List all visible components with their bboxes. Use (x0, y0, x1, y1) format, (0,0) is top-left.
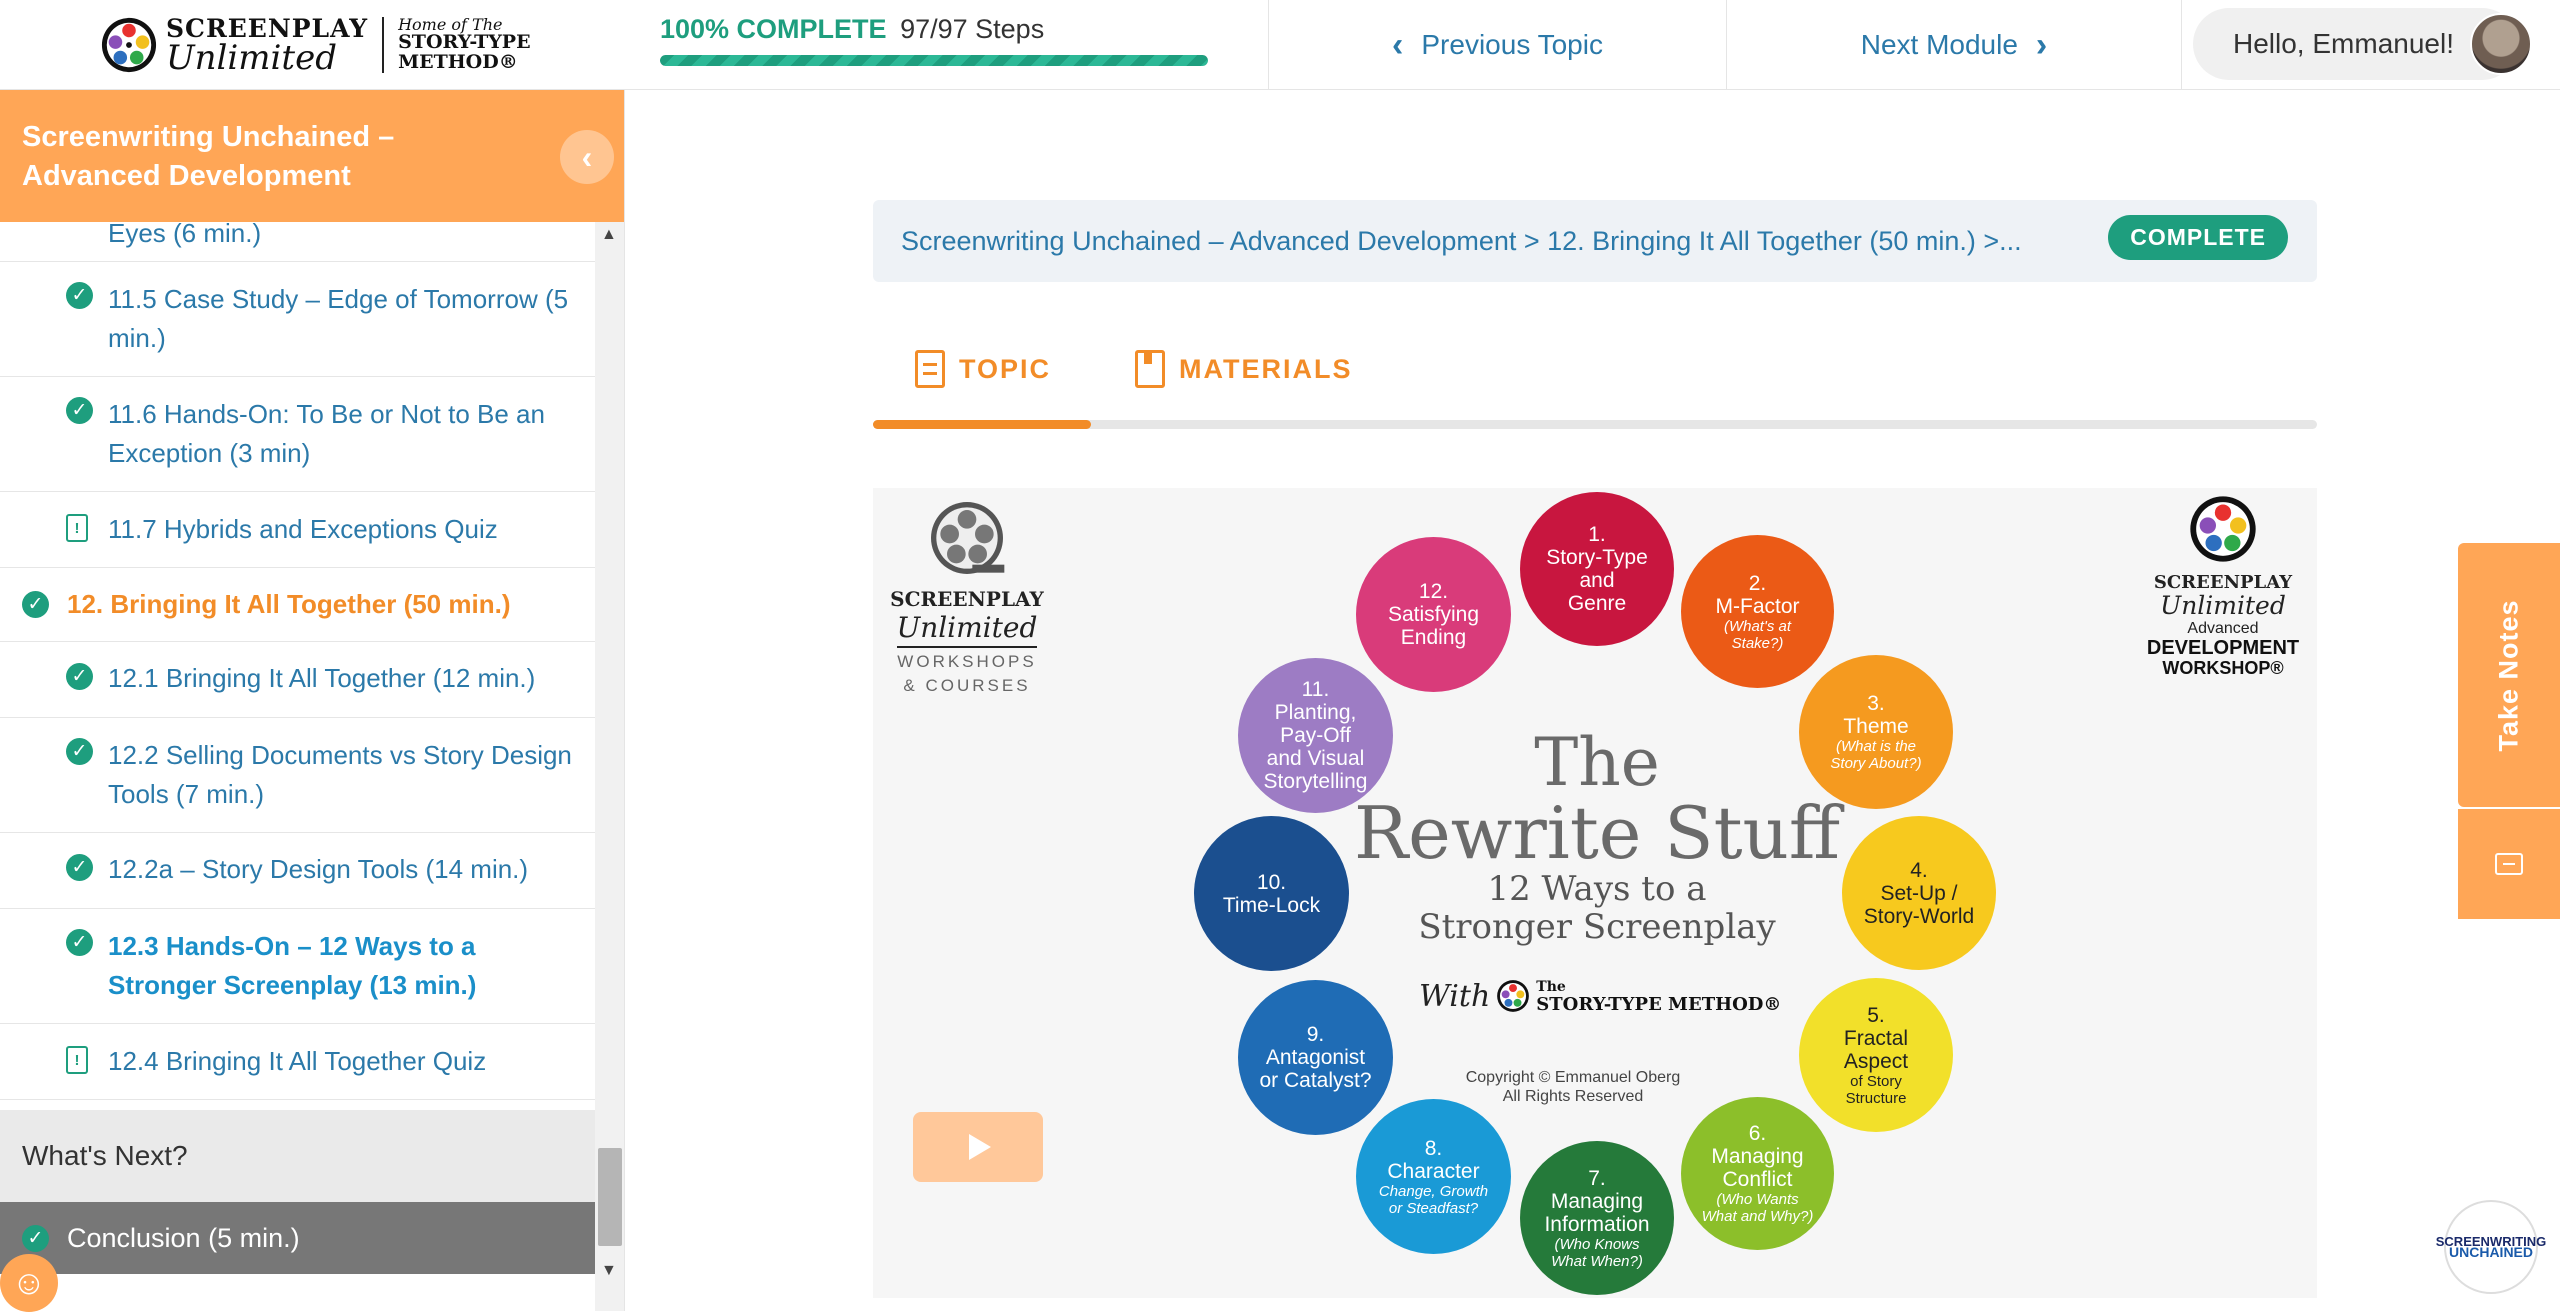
wheel-circle-2: 2. M-Factor (What's at Stake?) (1681, 535, 1834, 688)
user-greeting: Hello, Emmanuel! (2233, 28, 2454, 59)
wheel-circle-9: 9. Antagonist or Catalyst? (1238, 980, 1393, 1135)
sidebar-lesson-12[interactable]: ✓ 12. Bringing It All Together (50 min.) (0, 568, 595, 642)
list-item[interactable]: ! 12.4 Bringing It All Together Quiz (0, 1024, 595, 1100)
logo-line2: Unlimited (166, 37, 337, 78)
quiz-icon: ! (66, 1046, 88, 1074)
wheel-circle-8: 8. Character Change, Growth or Steadfast… (1356, 1099, 1511, 1254)
scrollbar-thumb[interactable] (598, 1148, 622, 1246)
film-reel-icon (931, 502, 1005, 574)
status-badge: COMPLETE (2108, 215, 2288, 260)
film-reel-icon (2190, 496, 2256, 562)
check-icon: ✓ (66, 738, 93, 765)
keyboard-button[interactable] (2458, 809, 2560, 919)
check-icon: ✓ (66, 282, 93, 309)
copyright-notice: Copyright © Emmanuel Oberg All Rights Re… (1465, 1069, 1681, 1105)
progress-steps: 97/97 Steps (900, 14, 1045, 44)
logo-divider (382, 17, 385, 73)
progress-bar-fill (660, 55, 1208, 66)
section-whats-next: What's Next? (0, 1110, 595, 1202)
video-title-line1: The (1534, 724, 1660, 801)
video-subtitle: 12 Ways to a Stronger Screenplay (1418, 869, 1776, 947)
collapse-sidebar-button[interactable]: ‹ (560, 130, 614, 184)
site-logo[interactable]: SCREENPLAY Unlimited Home of The STORY-T… (100, 13, 531, 78)
advanced-workshop-logo: SCREENPLAY Unlimited Advanced DEVELOPMEN… (2133, 494, 2313, 679)
check-icon: ✓ (66, 663, 93, 690)
keyboard-icon (2495, 853, 2523, 875)
check-icon: ✓ (66, 929, 93, 956)
tab-indicator-active (873, 420, 1091, 429)
check-icon: ✓ (22, 1224, 49, 1252)
breadcrumb[interactable]: Screenwriting Unchained – Advanced Devel… (873, 200, 2317, 282)
next-module-label: Next Module (1860, 29, 2018, 60)
wheel-circle-5: 5. Fractal Aspect of Story Structure (1799, 978, 1953, 1132)
sidebar-current-topic[interactable]: ✓ 12.3 Hands-On – 12 Ways to a Stronger … (0, 909, 595, 1024)
wheel-circle-6: 6. Managing Conflict (Who Wants What and… (1681, 1097, 1834, 1250)
tab-materials[interactable]: MATERIALS (1135, 350, 1353, 388)
logo-stm: STORY-TYPE (398, 31, 531, 54)
chevron-left-icon: ‹ (1392, 25, 1404, 64)
video-title-line2: Rewrite Stuff (1353, 791, 1841, 875)
video-player[interactable]: SCREENPLAY Unlimited WORKSHOPS & COURSES… (873, 488, 2317, 1298)
list-item[interactable]: ✓ 11.5 Case Study – Edge of Tomorrow (5 … (0, 262, 595, 377)
list-item[interactable]: ✓ 11.6 Hands-On: To Be or Not to Be an E… (0, 377, 595, 492)
list-item[interactable]: ✓ 12.1 Bringing It All Together (12 min.… (0, 642, 595, 718)
avatar[interactable] (2470, 13, 2532, 75)
play-button[interactable] (913, 1112, 1043, 1182)
document-icon (915, 350, 945, 388)
list-item[interactable]: Eyes (6 min.) (0, 214, 595, 262)
logo-stm2: METHOD® (398, 51, 518, 74)
check-icon: ✓ (22, 591, 49, 618)
chevron-left-icon: ‹ (581, 138, 593, 175)
next-module-button[interactable]: Next Module › (1726, 0, 2182, 90)
tab-topic[interactable]: TOPIC (915, 350, 1051, 388)
progress-bar (660, 55, 1208, 66)
bookmark-icon (1135, 350, 1165, 388)
screenwriting-unchained-logo[interactable]: SCREENWRITING UNCHAINED (2436, 1200, 2546, 1294)
scroll-down-icon[interactable]: ▼ (601, 1262, 617, 1280)
story-type-method-logo: With The STORY-TYPE METHOD® (1419, 978, 1782, 1015)
list-item[interactable]: ! 11.7 Hybrids and Exceptions Quiz (0, 492, 595, 568)
take-notes-button[interactable]: Take Notes (2458, 543, 2560, 807)
quiz-icon: ! (66, 514, 88, 542)
film-reel-icon (101, 17, 157, 73)
progress-percent: 100% COMPLETE (660, 14, 887, 44)
list-item[interactable]: ✓ 12.2 Selling Documents vs Story Design… (0, 718, 595, 833)
scroll-up-icon[interactable]: ▲ (601, 226, 617, 244)
content-tabs: TOPIC MATERIALS (873, 340, 2317, 432)
previous-topic-label: Previous Topic (1421, 29, 1603, 60)
check-icon: ✓ (66, 397, 93, 424)
screenplay-unlimited-logo: SCREENPLAY Unlimited WORKSHOPS & COURSES (887, 498, 1047, 696)
chevron-right-icon: › (2035, 25, 2048, 64)
logo-line1: SCREENPLAY (166, 13, 369, 43)
top-header: SCREENPLAY Unlimited Home of The STORY-T… (0, 0, 2560, 90)
previous-topic-button[interactable]: ‹ Previous Topic (1268, 0, 1726, 90)
wheel-circle-12: 12. Satisfying Ending (1356, 537, 1511, 692)
user-menu[interactable]: Hello, Emmanuel! (2193, 8, 2532, 80)
course-progress: 100% COMPLETE 97/97 Steps (660, 14, 1210, 66)
wheel-circle-1: 1. Story-Type and Genre (1520, 492, 1674, 646)
accessibility-icon[interactable]: ☺ (0, 1254, 58, 1312)
sidebar-item-conclusion[interactable]: ✓ Conclusion (5 min.) (0, 1202, 595, 1274)
wheel-circle-7: 7. Managing Information (Who Knows What … (1520, 1141, 1674, 1295)
check-icon: ✓ (66, 854, 93, 881)
play-icon (969, 1134, 991, 1160)
course-sidebar: Screenwriting Unchained – Advanced Devel… (0, 90, 625, 1311)
film-reel-icon (1497, 980, 1530, 1012)
list-item[interactable]: ✓ 12.2a – Story Design Tools (14 min.) (0, 833, 595, 909)
course-title: Screenwriting Unchained – Advanced Devel… (0, 90, 624, 222)
